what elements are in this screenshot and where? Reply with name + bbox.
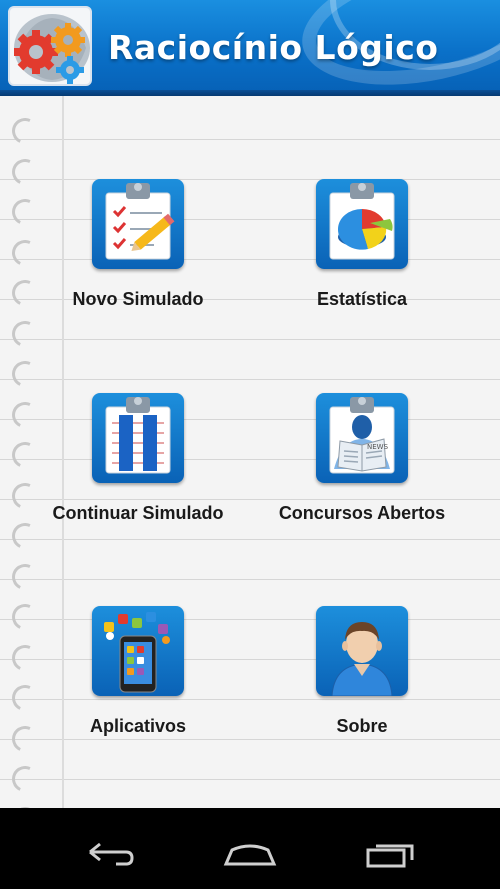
app-header: Raciocínio Lógico: [0, 0, 500, 96]
newspaper-reader-icon: NEWS: [316, 393, 408, 483]
gears-logo-icon: [8, 6, 92, 86]
home-icon[interactable]: [220, 840, 280, 870]
aplicativos-button[interactable]: Aplicativos: [23, 606, 253, 776]
spiral-ring: [8, 559, 42, 594]
continuar-simulado-button[interactable]: Continuar Simulado: [23, 393, 253, 563]
estatistica-label: Estatística: [316, 289, 408, 309]
notebook-background: Novo Simulado Estatística Continuar Simu…: [0, 96, 500, 808]
news-text: NEWS: [367, 443, 389, 451]
novo-simulado-label: Novo Simulado: [72, 289, 204, 309]
novo-simulado-button[interactable]: Novo Simulado: [23, 179, 253, 349]
concursos-abertos-button[interactable]: NEWS Concursos Abertos: [247, 393, 477, 563]
spiral-ring: [8, 802, 42, 808]
back-icon[interactable]: [80, 840, 140, 870]
aplicativos-label: Aplicativos: [89, 716, 187, 736]
sobre-label: Sobre: [336, 716, 388, 736]
sobre-button[interactable]: Sobre: [247, 606, 477, 776]
estatistica-button[interactable]: Estatística: [247, 179, 477, 349]
checklist-clipboard-icon: [92, 179, 184, 269]
spiral-ring: [8, 357, 42, 391]
app-title: Raciocínio Lógico: [108, 28, 439, 67]
user-profile-icon: [316, 606, 408, 696]
pie-chart-clipboard-icon: [316, 179, 408, 269]
navigation-bar: [0, 822, 500, 889]
continuar-simulado-label: Continuar Simulado: [52, 503, 224, 523]
pause-clipboard-icon: [92, 393, 184, 483]
recent-apps-icon[interactable]: [360, 840, 420, 870]
concursos-abertos-label: Concursos Abertos: [278, 503, 446, 523]
smartphone-apps-icon: [92, 606, 184, 696]
spiral-ring: [8, 114, 42, 148]
